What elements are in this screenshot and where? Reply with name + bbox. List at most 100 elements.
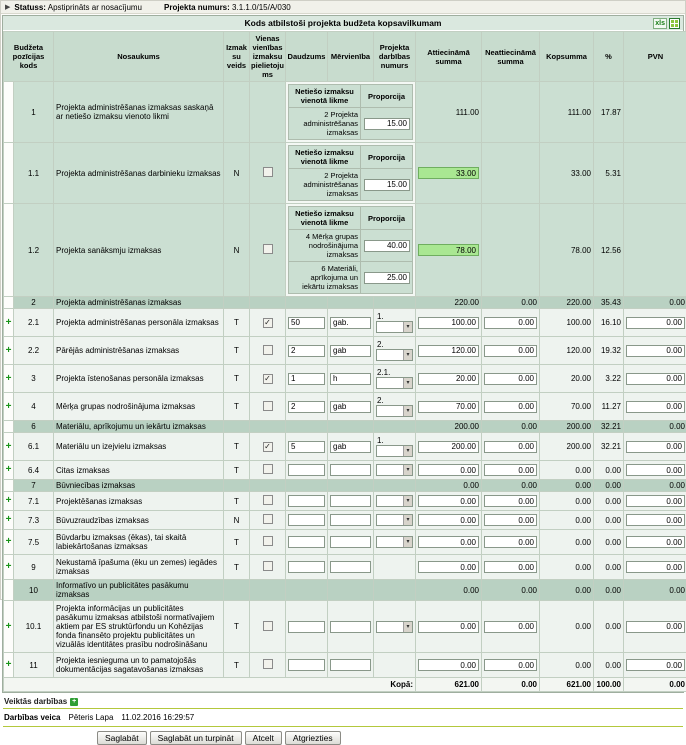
vat-input[interactable] [626,659,685,671]
eligible-amount-input[interactable] [418,464,479,476]
add-row-icon[interactable]: + [6,345,12,356]
unit-cost-checkbox[interactable] [263,401,273,411]
quantity-input[interactable] [288,464,325,476]
non-eligible-amount-input[interactable] [484,514,537,526]
non-eligible-amount-input[interactable] [484,317,537,329]
non-eligible-amount-input[interactable] [484,373,537,385]
add-row-icon[interactable]: + [6,495,12,506]
unit-input[interactable] [330,464,371,476]
eligible-amount-highlight[interactable] [418,167,479,179]
eligible-amount-input[interactable] [418,441,479,453]
eligible-amount-input[interactable] [418,536,479,548]
activity-number-select[interactable]: ▾ [376,495,413,507]
quantity-input[interactable] [288,514,325,526]
quantity-input[interactable] [288,621,325,633]
unit-input[interactable] [330,401,371,413]
vat-input[interactable] [626,464,685,476]
unit-cost-checkbox[interactable] [263,345,273,355]
non-eligible-amount-input[interactable] [484,345,537,357]
unit-cost-checkbox[interactable] [263,621,273,631]
add-row-icon[interactable]: + [6,441,12,452]
add-row-icon[interactable]: + [6,373,12,384]
add-row-icon[interactable]: + [6,561,12,572]
unit-input[interactable] [330,317,371,329]
activity-number-select[interactable]: ▾ [376,445,413,457]
save-and-continue-button[interactable]: Saglabāt un turpināt [150,731,242,745]
vat-input[interactable] [626,514,685,526]
eligible-amount-input[interactable] [418,495,479,507]
activity-number-select[interactable]: ▾ [376,405,413,417]
unit-cost-checkbox[interactable] [263,244,273,254]
quantity-input[interactable] [288,561,325,573]
non-eligible-amount-input[interactable] [484,536,537,548]
add-row-icon[interactable]: + [6,317,12,328]
cancel-button[interactable]: Atcelt [245,731,282,745]
unit-cost-checkbox[interactable] [263,659,273,669]
unit-cost-checkbox[interactable] [263,561,273,571]
non-eligible-amount-input[interactable] [484,561,537,573]
quantity-input[interactable] [288,345,325,357]
vat-input[interactable] [626,317,685,329]
add-row-icon[interactable]: + [6,536,12,547]
add-row-icon[interactable]: + [6,621,12,632]
non-eligible-amount-input[interactable] [484,401,537,413]
eligible-amount-input[interactable] [418,401,479,413]
unit-input[interactable] [330,441,371,453]
collapse-arrow-icon[interactable]: ▶ [5,4,10,11]
unit-input[interactable] [330,514,371,526]
eligible-amount-input[interactable] [418,373,479,385]
unit-input[interactable] [330,495,371,507]
proportion-input[interactable] [364,240,410,252]
activity-number-select[interactable]: ▾ [376,349,413,361]
unit-cost-checkbox[interactable]: ✓ [263,442,273,452]
activity-number-select[interactable]: ▾ [376,464,413,476]
unit-input[interactable] [330,561,371,573]
non-eligible-amount-input[interactable] [484,495,537,507]
eligible-amount-input[interactable] [418,317,479,329]
export-xls-icon[interactable]: xls [653,18,667,29]
eligible-amount-input[interactable] [418,514,479,526]
vat-input[interactable] [626,373,685,385]
activity-number-select[interactable]: ▾ [376,514,413,526]
activity-number-select[interactable]: ▾ [376,621,413,633]
unit-cost-checkbox[interactable]: ✓ [263,318,273,328]
vat-input[interactable] [626,345,685,357]
unit-input[interactable] [330,345,371,357]
proportion-input[interactable] [364,118,410,130]
unit-input[interactable] [330,621,371,633]
back-button[interactable]: Atgriezties [285,731,341,745]
quantity-input[interactable] [288,317,325,329]
unit-cost-checkbox[interactable] [263,495,273,505]
unit-input[interactable] [330,373,371,385]
non-eligible-amount-input[interactable] [484,464,537,476]
vat-input[interactable] [626,621,685,633]
add-row-icon[interactable]: + [6,401,12,412]
add-row-icon[interactable]: + [6,514,12,525]
vat-input[interactable] [626,495,685,507]
eligible-amount-input[interactable] [418,345,479,357]
vat-input[interactable] [626,536,685,548]
save-button[interactable]: Saglabāt [97,731,147,745]
proportion-input[interactable] [364,179,410,191]
vat-input[interactable] [626,401,685,413]
unit-input[interactable] [330,536,371,548]
eligible-amount-input[interactable] [418,561,479,573]
expand-actions-icon[interactable]: + [70,698,78,706]
eligible-amount-highlight[interactable] [418,244,479,256]
unit-cost-checkbox[interactable] [263,167,273,177]
quantity-input[interactable] [288,659,325,671]
activity-number-select[interactable]: ▾ [376,321,413,333]
add-row-icon[interactable]: + [6,659,12,670]
export-excel-grid-icon[interactable] [669,18,680,29]
vat-input[interactable] [626,561,685,573]
eligible-amount-input[interactable] [418,621,479,633]
quantity-input[interactable] [288,401,325,413]
vat-input[interactable] [626,441,685,453]
unit-cost-checkbox[interactable] [263,464,273,474]
activity-number-select[interactable]: ▾ [376,536,413,548]
unit-cost-checkbox[interactable] [263,536,273,546]
add-row-icon[interactable]: + [6,464,12,475]
eligible-amount-input[interactable] [418,659,479,671]
quantity-input[interactable] [288,536,325,548]
non-eligible-amount-input[interactable] [484,441,537,453]
